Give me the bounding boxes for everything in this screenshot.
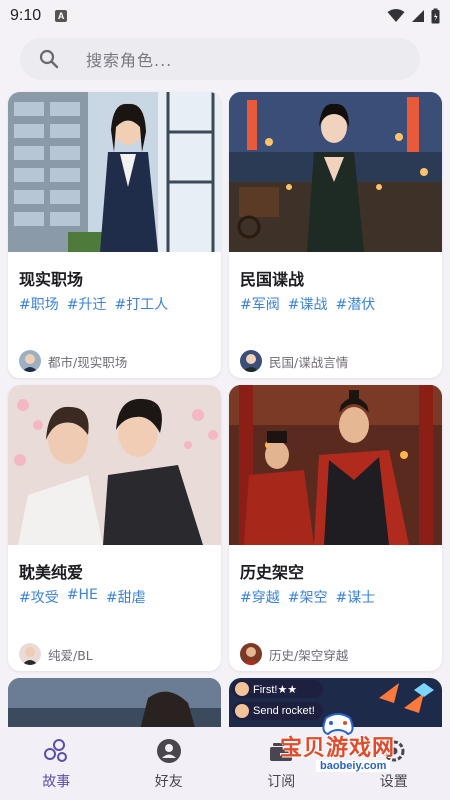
- tag[interactable]: #升迁: [67, 294, 107, 314]
- story-bubbles-icon: [42, 737, 70, 765]
- tag[interactable]: #谋士: [335, 587, 375, 607]
- person-icon: [155, 737, 183, 765]
- status-bar: 9:10 A: [0, 0, 450, 32]
- card-image-couple: [8, 385, 221, 545]
- tag[interactable]: #潜伏: [335, 294, 375, 314]
- avatar: [19, 350, 41, 372]
- card-image-history: [229, 385, 442, 545]
- card-title: 耽美纯爱: [19, 563, 84, 582]
- card-footer: 历史/架空穿越: [240, 643, 348, 665]
- nav-item-story[interactable]: 故事: [0, 727, 113, 800]
- tag[interactable]: #军阀: [240, 294, 280, 314]
- card-category: 历史/架空穿越: [269, 647, 349, 663]
- chat-avatar: [235, 704, 249, 718]
- card-image-republic: [229, 92, 442, 252]
- chat-text: First!★★: [253, 683, 298, 696]
- search-bar[interactable]: 搜索角色...: [20, 38, 420, 80]
- chat-bubble: Send rocket!: [232, 702, 323, 720]
- story-card[interactable]: 现实职场 #职场 #升迁 #打工人 都市/现实职场: [8, 92, 221, 378]
- card-tags: #攻受 #HE #甜虐: [19, 587, 146, 607]
- status-time: 9:10: [10, 7, 42, 24]
- nav-item-friends[interactable]: 好友: [113, 727, 226, 800]
- tag[interactable]: #职场: [19, 294, 59, 314]
- story-card[interactable]: 耽美纯爱 #攻受 #HE #甜虐 纯爱/BL: [8, 385, 221, 671]
- avatar: [19, 643, 41, 665]
- chat-overlay: First!★★ Send rocket!: [232, 680, 323, 720]
- card-footer: 纯爱/BL: [19, 643, 93, 665]
- watermark-text: 宝贝游戏网: [280, 736, 396, 761]
- card-footer: 民国/谍战言情: [240, 350, 348, 372]
- notification-a-icon: A: [55, 10, 68, 22]
- signal-icon: [412, 10, 424, 22]
- card-footer: 都市/现实职场: [19, 350, 127, 372]
- watermark-url: baobeiy.com: [316, 760, 391, 772]
- tag[interactable]: #架空: [288, 587, 328, 607]
- card-title: 历史架空: [240, 563, 305, 582]
- watermark: 宝贝游戏网 baobeiy.com: [280, 713, 450, 780]
- card-tags: #穿越 #架空 #谋士: [240, 587, 375, 607]
- card-tags: #职场 #升迁 #打工人: [19, 294, 168, 314]
- card-image-office: [8, 92, 221, 252]
- avatar: [240, 350, 262, 372]
- story-card[interactable]: 民国谍战 #军阀 #谍战 #潜伏 民国/谍战言情: [229, 92, 442, 378]
- card-tags: #军阀 #谍战 #潜伏: [240, 294, 375, 314]
- tag[interactable]: #攻受: [19, 587, 59, 607]
- tag[interactable]: #HE: [67, 587, 98, 607]
- search-input[interactable]: 搜索角色...: [86, 47, 172, 71]
- tag[interactable]: #谍战: [288, 294, 328, 314]
- search-icon: [39, 49, 59, 69]
- avatar: [240, 643, 262, 665]
- story-card[interactable]: 历史架空 #穿越 #架空 #谋士 历史/架空穿越: [229, 385, 442, 671]
- tag[interactable]: #穿越: [240, 587, 280, 607]
- wifi-icon: [387, 9, 405, 22]
- card-title: 民国谍战: [240, 270, 305, 289]
- nav-label: 好友: [154, 774, 183, 790]
- card-category: 纯爱/BL: [48, 647, 93, 663]
- tag[interactable]: #甜虐: [106, 587, 146, 607]
- chat-avatar: [235, 682, 249, 696]
- chat-text: Send rocket!: [253, 705, 315, 717]
- card-title: 现实职场: [19, 270, 84, 289]
- chat-bubble: First!★★: [232, 680, 323, 698]
- nav-label: 故事: [42, 774, 71, 790]
- tag[interactable]: #打工人: [114, 294, 168, 314]
- card-category: 民国/谍战言情: [269, 354, 349, 370]
- battery-icon: [431, 8, 440, 24]
- card-category: 都市/现实职场: [48, 354, 128, 370]
